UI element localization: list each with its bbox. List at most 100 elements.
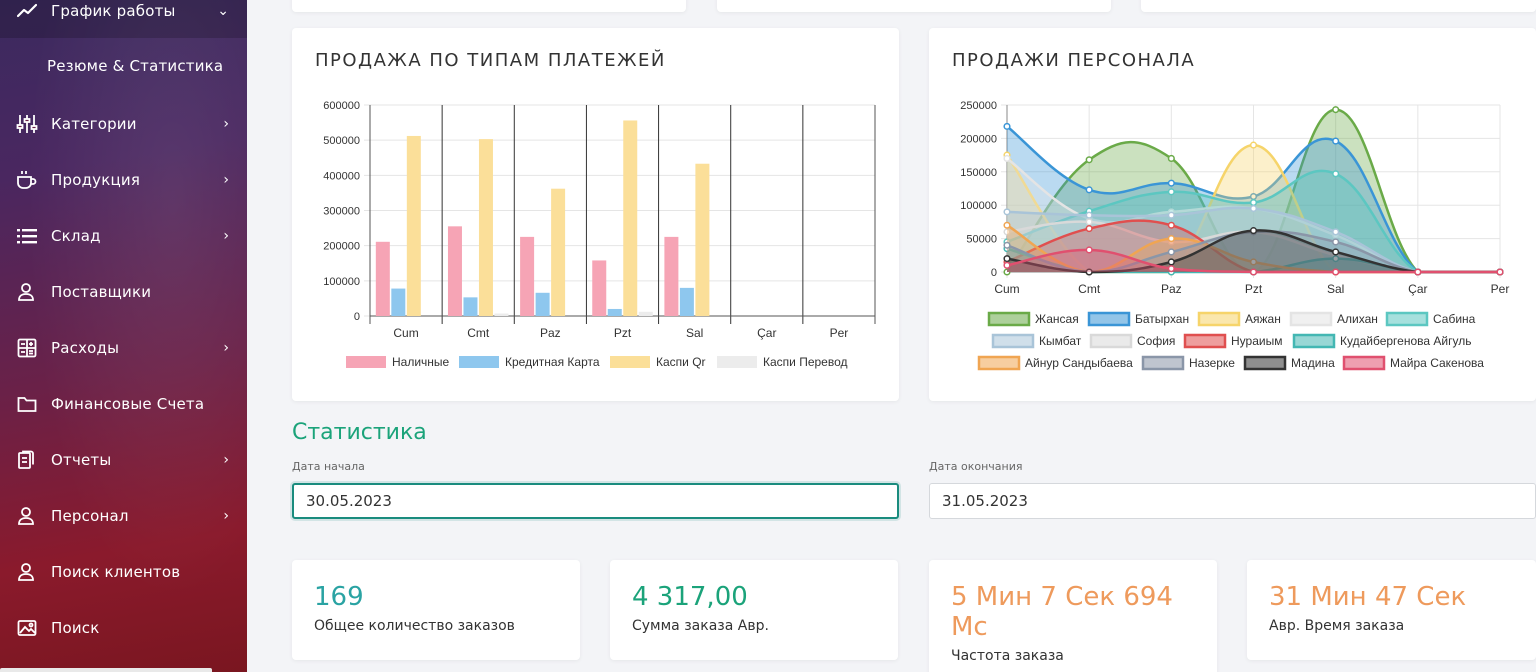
stat-value: 5 Мин 7 Сек 694 Мс [951,582,1173,642]
legend-label: Кредитная Карта [505,355,600,369]
data-point [1003,261,1011,269]
sidebar-item-finance-accounts[interactable]: Финансовые Счета [0,376,247,432]
bar [664,236,679,316]
stat-label: Сумма заказа Авр. [632,618,769,634]
sidebar-item-categories[interactable]: Категории › [0,96,247,152]
end-date-input[interactable]: 31.05.2023 [929,483,1536,519]
bar [695,163,710,316]
folder-icon [16,393,38,415]
clipboard-icon [16,449,38,471]
sidebar-item-label: Склад [51,227,101,245]
top-card-3 [1141,0,1536,12]
sidebar-subitem-summary[interactable]: Резюме & Статистика [0,40,247,92]
sidebar-item-schedule[interactable]: График работы ⌄ [0,0,247,38]
x-tick-label: Per [830,326,849,340]
legend-label: Алихан [1337,312,1378,326]
sidebar-item-label: Поиск клиентов [51,563,181,581]
payments-chart-card: ПРОДАЖА ПО ТИПАМ ПЛАТЕЖЕЙ 0 100000 200000 3… [292,28,899,401]
legend-label: Батырхан [1135,312,1189,326]
sidebar-item-search[interactable]: Поиск [0,600,247,656]
legend-swatch [991,333,1035,349]
end-date-label: Дата окончания [929,460,1023,473]
legend-label: София [1137,334,1175,348]
data-point [1414,268,1422,276]
data-point [1249,198,1258,207]
data-point [1332,137,1340,145]
legend-label: Кудайбергенова Айгуль [1340,334,1471,348]
bar [520,236,535,316]
legend-label: Аяжан [1245,312,1281,326]
data-point [1167,235,1175,243]
y-tick-label: 200000 [323,241,360,253]
chevron-right-icon: › [223,340,229,356]
data-point [1167,211,1175,219]
stat-label: Частота заказа [951,648,1064,664]
start-date-input[interactable]: 30.05.2023 [292,483,899,519]
users-icon [16,281,38,303]
bar [592,260,607,316]
data-point [1085,246,1093,254]
stat-value: 169 [314,582,364,612]
y-tick-label: 0 [991,267,997,279]
y-tick-label: 300000 [323,206,360,218]
bar [535,292,550,316]
sidebar-item-products[interactable]: Продукция › [0,152,247,208]
sidebar-item-label: Поиск [51,619,100,637]
y-tick-label: 400000 [323,170,360,182]
stat-value: 31 Мин 47 Сек [1269,582,1467,612]
x-tick-label: Cum [393,326,418,340]
bar [478,139,493,316]
stat-value-line: Мс [951,612,988,642]
x-tick-label: Paz [540,326,561,340]
data-point [1249,268,1258,276]
chevron-down-icon: ⌄ [217,3,229,19]
bar [375,241,390,316]
y-tick-label: 150000 [960,167,997,179]
legend-label: Сабина [1433,312,1476,326]
legend-swatch [1141,355,1185,371]
sidebar-item-label: Отчеты [51,451,112,469]
legend-label: Каспи Qr [656,355,706,369]
x-tick-label: Cum [994,282,1019,296]
legend-swatch [346,356,386,368]
data-point [1332,170,1340,178]
sidebar-item-label: Категории [51,115,137,133]
data-point [1003,221,1011,229]
staff-chart-card: ПРОДАЖИ ПЕРСОНАЛА 0 50000 100000 150000 2000… [929,28,1536,401]
sidebar-item-expenses[interactable]: Расходы › [0,320,247,376]
bar [406,135,421,316]
top-card-1 [292,0,686,12]
sidebar-item-staff[interactable]: Персонал › [0,488,247,544]
sidebar-item-label: Продукция [51,171,141,189]
data-point [1332,248,1340,256]
sidebar-scrollbar[interactable] [0,668,212,672]
sidebar-item-warehouse[interactable]: Склад › [0,208,247,264]
sidebar-item-label: Поставщики [51,283,152,301]
chevron-right-icon: › [223,452,229,468]
data-point [1085,211,1093,219]
data-point [1085,225,1093,233]
calculator-icon [16,337,38,359]
sidebar: График работы ⌄ Резюме & Статистика Кате… [0,0,247,672]
sidebar-item-label: Финансовые Счета [51,395,205,413]
y-tick-label: 100000 [960,200,997,212]
sidebar-item-suppliers[interactable]: Поставщики [0,264,247,320]
sidebar-item-label: Персонал [51,507,129,525]
bar [623,120,638,317]
data-point [1167,179,1175,187]
bar [551,188,566,316]
y-tick-label: 100000 [323,276,360,288]
stat-card-avg-time: 31 Мин 47 Сек Авр. Время заказа [1247,560,1536,660]
sidebar-item-reports[interactable]: Отчеты › [0,432,247,488]
legend-swatch [717,356,757,368]
bar [679,287,694,316]
y-tick-label: 50000 [966,234,997,246]
legend-swatch [1292,333,1336,349]
y-tick-label: 0 [354,311,360,323]
x-tick-label: Çar [1408,282,1427,296]
legend-label: Жансая [1035,312,1079,326]
y-tick-label: 600000 [323,100,360,112]
x-tick-label: Paz [1161,282,1182,296]
sidebar-item-client-search[interactable]: Поиск клиентов [0,544,247,600]
x-tick-label: Pzt [1245,282,1263,296]
